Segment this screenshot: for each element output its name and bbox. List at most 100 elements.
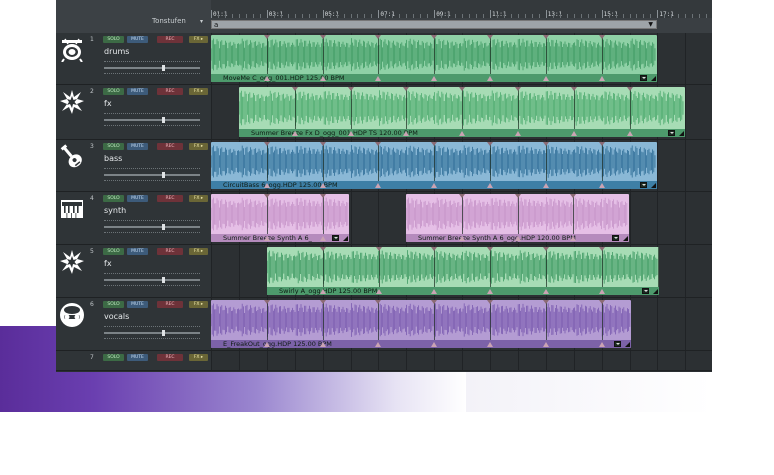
track-lane[interactable]: E_FreakOut_ogg.HDP 125.00 BPM	[211, 298, 712, 351]
loop-marker-top[interactable]	[598, 142, 605, 146]
loop-start-label[interactable]: a	[214, 21, 218, 29]
fx-button[interactable]: FX ▸	[189, 36, 208, 43]
loop-marker-bottom[interactable]	[487, 183, 493, 188]
loop-marker-bottom[interactable]	[375, 289, 382, 294]
loop-marker-bottom[interactable]	[514, 236, 521, 241]
drum-icon[interactable]	[58, 36, 86, 64]
keyboard-icon[interactable]	[58, 195, 86, 223]
loop-marker-top[interactable]	[570, 194, 577, 198]
clip-menu-button[interactable]	[612, 235, 619, 241]
track-name[interactable]: bass	[104, 154, 122, 163]
loop-marker-bottom[interactable]	[263, 236, 270, 241]
track-name[interactable]: drums	[104, 47, 129, 56]
explosion-icon[interactable]	[58, 88, 86, 116]
fx-button[interactable]: FX ▸	[189, 354, 208, 361]
track-lane[interactable]: CircuitBass 6_ogg.HDP 125.00 BPM	[211, 140, 712, 192]
volume-knob[interactable]	[161, 117, 165, 123]
clip-resize-handle[interactable]	[651, 76, 656, 81]
loop-marker-bottom[interactable]	[291, 131, 298, 136]
track-header[interactable]: 2 SOLO MUTE REC FX ▸ fx	[56, 85, 211, 140]
track-header[interactable]: 1 SOLO MUTE REC FX ▸ drums	[56, 33, 211, 85]
volume-slider[interactable]	[104, 277, 200, 283]
track-header[interactable]: 3 SOLO MUTE REC FX ▸ bass	[56, 140, 211, 192]
track-lane[interactable]: Swirly A_ogg.HDP 125.00 BPM	[211, 245, 712, 298]
loop-marker-top[interactable]	[431, 142, 438, 146]
track-name[interactable]: synth	[104, 206, 126, 215]
track-lane[interactable]	[211, 351, 712, 371]
audio-clip[interactable]: CircuitBass 6_ogg.HDP 125.00 BPM	[211, 142, 657, 189]
loop-marker-top[interactable]	[487, 300, 493, 304]
clip-menu-button[interactable]	[668, 130, 675, 136]
loop-marker-top[interactable]	[375, 142, 382, 146]
loop-marker-bottom[interactable]	[487, 342, 493, 347]
loop-marker-top[interactable]	[431, 300, 438, 304]
fx-button[interactable]: FX ▸	[189, 301, 208, 308]
loop-marker-bottom[interactable]	[375, 342, 382, 347]
loop-marker-top[interactable]	[263, 300, 270, 304]
loop-marker-top[interactable]	[514, 194, 521, 198]
clip-resize-handle[interactable]	[679, 131, 684, 136]
clip-menu-button[interactable]	[614, 341, 621, 347]
loop-marker-top[interactable]	[319, 194, 326, 198]
loop-marker-top[interactable]	[375, 35, 382, 39]
loop-marker-top[interactable]	[487, 247, 494, 251]
record-button[interactable]: REC	[157, 36, 183, 43]
loop-marker-bottom[interactable]	[515, 131, 521, 136]
explosion-icon[interactable]	[58, 248, 86, 276]
solo-button[interactable]: SOLO	[103, 195, 124, 202]
loop-marker-top[interactable]	[542, 35, 549, 39]
volume-knob[interactable]	[161, 224, 165, 230]
audio-clip[interactable]: MoveMe C_ogg_001.HDP 125.00 BPM	[211, 35, 657, 82]
loop-marker-bottom[interactable]	[598, 342, 605, 347]
fx-button[interactable]: FX ▸	[189, 88, 208, 95]
solo-button[interactable]: SOLO	[103, 248, 124, 255]
loop-marker-top[interactable]	[542, 142, 549, 146]
mute-button[interactable]: MUTE	[127, 36, 148, 43]
fx-button[interactable]: FX ▸	[189, 143, 208, 150]
clip-resize-handle[interactable]	[625, 342, 630, 347]
volume-knob[interactable]	[161, 330, 165, 336]
fx-button[interactable]: FX ▸	[189, 195, 208, 202]
loop-marker-bottom[interactable]	[598, 76, 605, 81]
loop-marker-top[interactable]	[431, 247, 438, 251]
track-header[interactable]: 7 SOLO MUTE REC FX ▸	[56, 351, 211, 371]
guitar-icon[interactable]	[58, 143, 86, 171]
audio-clip[interactable]: Summer Breeze Fx D_ogg_001.HDP TS 120.00…	[239, 87, 685, 137]
loop-marker-bottom[interactable]	[458, 236, 465, 241]
solo-button[interactable]: SOLO	[103, 36, 124, 43]
loop-marker-top[interactable]	[375, 247, 382, 251]
track-name[interactable]: vocals	[104, 312, 129, 321]
loop-marker-bottom[interactable]	[375, 183, 382, 188]
track-header[interactable]: 4 SOLO MUTE REC FX ▸ synth	[56, 192, 211, 245]
loop-marker-top[interactable]	[570, 87, 577, 91]
mute-button[interactable]: MUTE	[127, 248, 148, 255]
clip-menu-button[interactable]	[640, 182, 647, 188]
track-lane[interactable]: Summer Breeze Synth A 6_ Summer Breeze Sy…	[211, 192, 712, 245]
loop-marker-bottom[interactable]	[403, 131, 410, 136]
clip-resize-handle[interactable]	[623, 236, 628, 241]
loop-marker-bottom[interactable]	[431, 342, 438, 347]
loop-marker-top[interactable]	[319, 247, 326, 251]
loop-marker-top[interactable]	[319, 300, 326, 304]
loop-marker-top[interactable]	[626, 87, 633, 91]
track-header[interactable]: 6 SOLO MUTE REC FX ▸ vocals	[56, 298, 211, 351]
volume-slider[interactable]	[104, 65, 200, 71]
loop-marker-bottom[interactable]	[570, 131, 577, 136]
clip-menu-button[interactable]	[642, 288, 649, 294]
audio-clip[interactable]: Summer Breeze Synth A 6_ogg.HDP 120.00 B…	[406, 194, 629, 242]
mute-button[interactable]: MUTE	[127, 354, 148, 361]
loop-marker-bottom[interactable]	[319, 289, 326, 294]
clip-menu-button[interactable]	[640, 75, 647, 81]
loop-marker-top[interactable]	[263, 194, 270, 198]
ruler-bar-marks[interactable]: 01:1 03:1 05:1 07:1 09:1 11:1 13:1 15:1 17:1	[211, 0, 712, 18]
loop-marker-top[interactable]	[319, 35, 326, 39]
loop-marker-bottom[interactable]	[598, 289, 605, 294]
solo-button[interactable]: SOLO	[103, 88, 124, 95]
tonstufen-label[interactable]: Tonstufen	[152, 17, 186, 25]
loop-marker-bottom[interactable]	[570, 236, 577, 241]
loop-marker-top[interactable]	[431, 35, 438, 39]
loop-marker-top[interactable]	[543, 247, 549, 251]
mute-button[interactable]: MUTE	[127, 195, 148, 202]
loop-marker-bottom[interactable]	[319, 183, 326, 188]
singer-icon[interactable]	[58, 301, 86, 329]
